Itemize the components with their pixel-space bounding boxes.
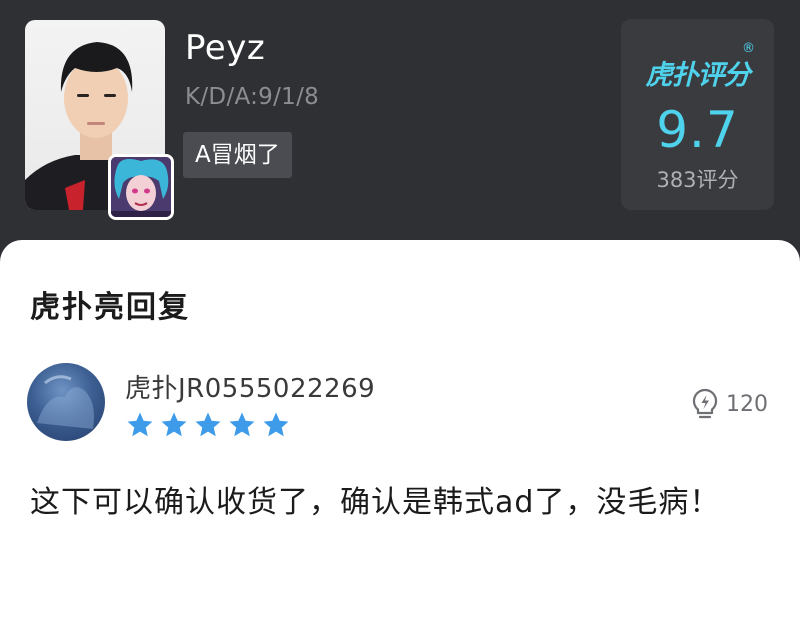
rating-stars: [125, 410, 291, 440]
avatar[interactable]: [27, 363, 105, 441]
player-header: Peyz K/D/A:9/1/8 A冒烟了 虎扑评分 ® 9.7 383评分: [0, 0, 800, 245]
rating-count: 383评分: [656, 168, 739, 192]
star-icon: [229, 412, 255, 437]
player-kda: K/D/A:9/1/8: [185, 84, 320, 110]
player-name: Peyz: [185, 28, 266, 68]
reply-username[interactable]: 虎扑JR0555022269: [125, 368, 375, 405]
like-count: 120: [726, 391, 768, 417]
player-tag[interactable]: A冒烟了: [183, 132, 292, 178]
rating-score: 9.7: [656, 101, 739, 159]
rating-brand: 虎扑评分: [645, 60, 751, 91]
reply-card: 虎扑亮回复 虎扑JR0555022269 120 这下可以确认收货了，确认是韩式…: [0, 240, 800, 639]
rating-card[interactable]: 虎扑评分 ® 9.7 383评分: [621, 19, 774, 210]
star-icon: [161, 412, 187, 437]
star-icon: [195, 412, 221, 437]
star-icon: [263, 412, 289, 437]
registered-icon: ®: [742, 41, 755, 56]
like-button[interactable]: 120: [690, 386, 768, 422]
section-title: 虎扑亮回复: [30, 290, 190, 325]
star-icon: [127, 412, 153, 437]
lightbulb-icon: [692, 388, 718, 419]
champion-icon: [108, 154, 174, 220]
reply-text: 这下可以确认收货了，确认是韩式ad了，没毛病！: [30, 485, 721, 520]
